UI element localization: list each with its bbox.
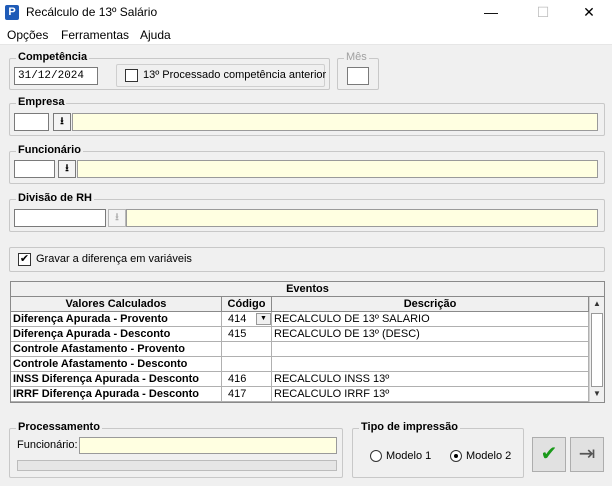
empresa-lookup-button[interactable]: ⭳ [53, 113, 71, 131]
eventos-title: Eventos [11, 282, 604, 297]
maximize-button: ☐ [536, 4, 550, 20]
download-arrow-icon: ⭳ [60, 116, 64, 127]
table-row[interactable]: Diferença Apurada - Provento 414 ▼ RECAL… [11, 312, 589, 327]
app-icon: P [5, 5, 19, 20]
table-row[interactable]: Controle Afastamento - Provento [11, 342, 589, 357]
download-arrow-icon: ⭳ [65, 163, 69, 174]
gravar-label: Gravar a diferença em variáveis [36, 253, 192, 265]
descricao-cell [272, 342, 589, 357]
modelo-2-radio[interactable] [450, 450, 462, 462]
codigo-cell[interactable]: 416 [222, 372, 272, 387]
descricao-cell [272, 357, 589, 372]
minimize-button[interactable]: — [468, 0, 514, 25]
progress-bar [17, 460, 337, 471]
header-descricao: Descrição [272, 297, 589, 312]
valor-cell: IRRF Diferença Apurada - Desconto [11, 387, 222, 402]
competencia-legend: Competência [16, 51, 90, 63]
valor-cell: Diferença Apurada - Desconto [11, 327, 222, 342]
table-row[interactable]: IRRF Diferença Apurada - Desconto 417 RE… [11, 387, 589, 402]
scroll-down-icon[interactable]: ▼ [590, 387, 604, 401]
menu-ajuda[interactable]: Ajuda [140, 28, 171, 42]
funcionario-legend: Funcionário [16, 144, 83, 156]
funcionario-name-field [77, 160, 598, 178]
divisao-name-field [126, 209, 598, 227]
codigo-cell[interactable]: 417 [222, 387, 272, 402]
vertical-scrollbar[interactable]: ▲ ▼ [589, 297, 604, 402]
table-row[interactable]: Controle Afastamento - Desconto [11, 357, 589, 372]
competencia-date-input[interactable]: 31/12/2024 [14, 67, 98, 85]
divisao-legend: Divisão de RH [16, 192, 94, 204]
processamento-funcionario-field [79, 437, 337, 454]
processado-anterior-checkbox[interactable] [125, 69, 138, 82]
header-codigo: Código [222, 297, 272, 312]
menu-bar: Opções Ferramentas Ajuda [0, 25, 612, 45]
codigo-cell[interactable]: 415 [222, 327, 272, 342]
processamento-legend: Processamento [16, 421, 102, 433]
funcionario-lookup-button[interactable]: ⭳ [58, 160, 76, 178]
empresa-name-field [72, 113, 598, 131]
confirm-button[interactable]: ✔ [532, 437, 566, 472]
exit-door-icon: ⇥ [578, 443, 596, 465]
window-title: Recálculo de 13º Salário [26, 5, 158, 19]
divisao-code-input[interactable] [14, 209, 106, 227]
codigo-cell[interactable] [222, 342, 272, 357]
funcionario-code-input[interactable] [14, 160, 55, 178]
processamento-funcionario-label: Funcionário: [17, 439, 78, 451]
title-bar: P Recálculo de 13º Salário — ☐ ✕ [0, 0, 612, 25]
impressao-legend: Tipo de impressão [359, 421, 460, 433]
descricao-cell: RECALCULO IRRF 13º [272, 387, 589, 402]
mes-legend: Mês [344, 51, 369, 63]
mes-input[interactable] [347, 67, 369, 85]
empresa-legend: Empresa [16, 96, 67, 108]
chevron-down-icon[interactable]: ▼ [256, 313, 271, 325]
menu-opcoes[interactable]: Opções [7, 28, 48, 42]
descricao-cell: RECALCULO INSS 13º [272, 372, 589, 387]
modelo-1-label: Modelo 1 [386, 450, 432, 462]
modelo-1-radio[interactable] [370, 450, 382, 462]
header-valores: Valores Calculados [11, 297, 222, 312]
scroll-up-icon[interactable]: ▲ [590, 297, 604, 311]
scroll-thumb[interactable] [591, 313, 603, 387]
table-row[interactable]: Diferença Apurada - Desconto 415 RECALCU… [11, 327, 589, 342]
download-arrow-icon: ⭳ [115, 212, 119, 223]
horizontal-scrollbar[interactable] [10, 403, 605, 409]
close-button[interactable]: ✕ [566, 0, 612, 25]
empresa-code-input[interactable] [14, 113, 49, 131]
descricao-cell: RECALCULO DE 13º (DESC) [272, 327, 589, 342]
modelo-2-label: Modelo 2 [466, 450, 512, 462]
valor-cell: Controle Afastamento - Desconto [11, 357, 222, 372]
divisao-lookup-button: ⭳ [108, 209, 126, 227]
processado-anterior-label: 13º Processado competência anterior [143, 69, 327, 81]
codigo-cell[interactable] [222, 357, 272, 372]
checkmark-icon: ✔ [540, 443, 558, 465]
menu-ferramentas[interactable]: Ferramentas [61, 28, 129, 42]
exit-button[interactable]: ⇥ [570, 437, 604, 472]
valor-cell: Controle Afastamento - Provento [11, 342, 222, 357]
valor-cell: Diferença Apurada - Provento [11, 312, 222, 327]
valor-cell: INSS Diferença Apurada - Desconto [11, 372, 222, 387]
gravar-checkbox[interactable]: ✔ [18, 253, 31, 266]
descricao-cell: RECALCULO DE 13º SALARIO [272, 312, 589, 327]
table-row[interactable]: INSS Diferença Apurada - Desconto 416 RE… [11, 372, 589, 387]
eventos-grid: Eventos Valores Calculados Código Descri… [10, 281, 605, 403]
